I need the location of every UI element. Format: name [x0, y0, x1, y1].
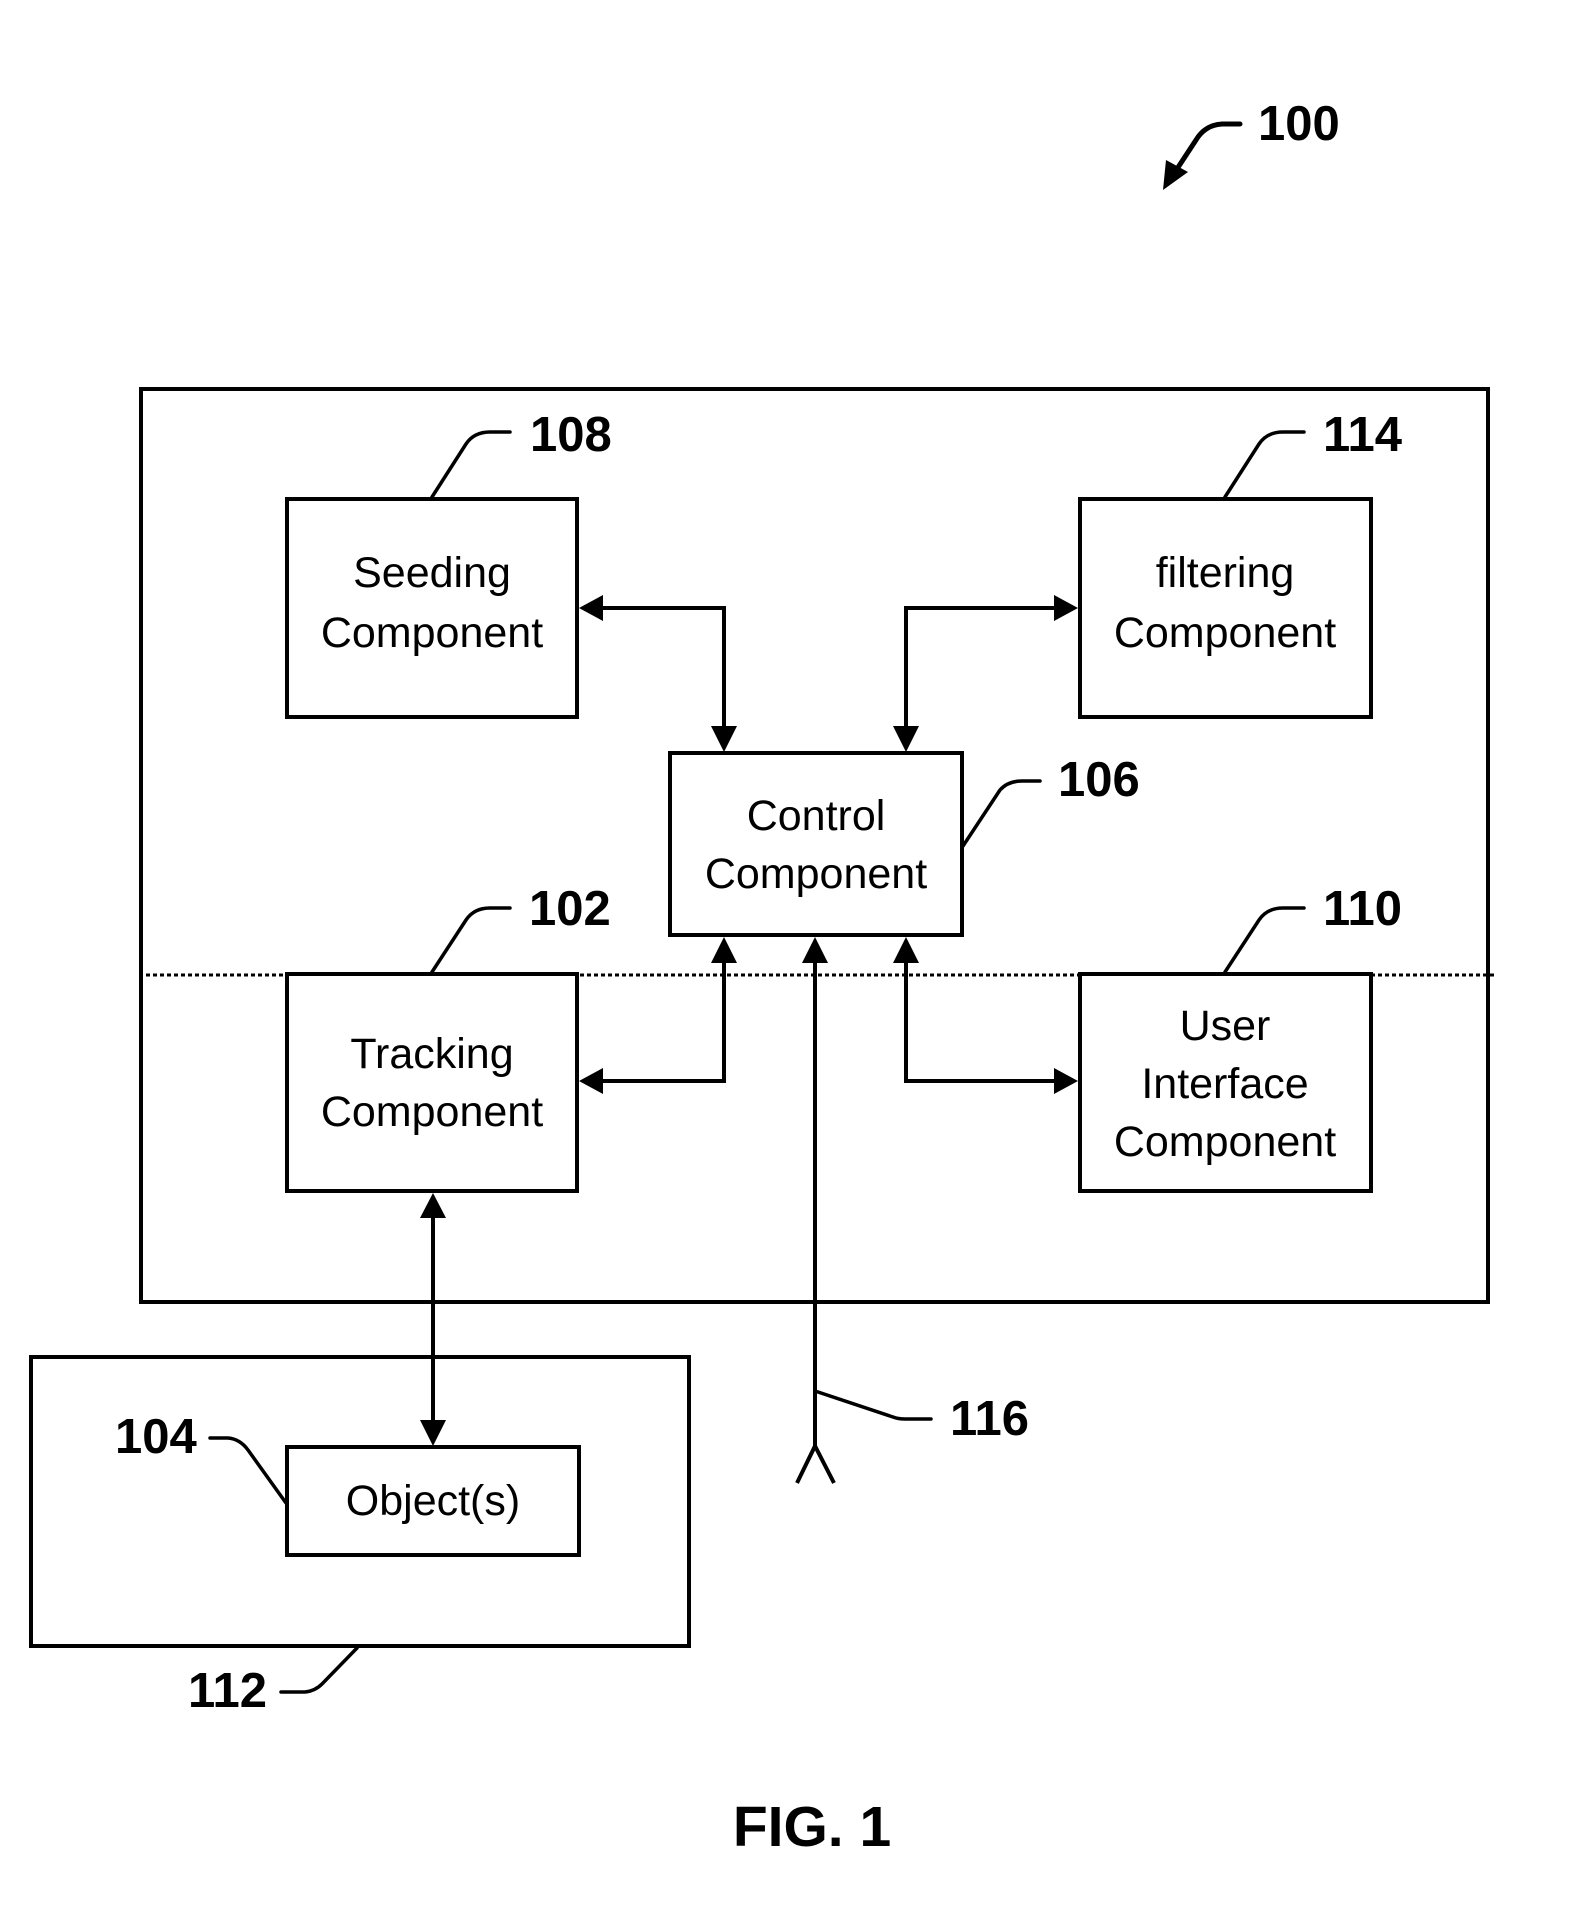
antenna-ref-leader — [813, 1389, 933, 1421]
figure-caption: FIG. 1 — [733, 1795, 891, 1859]
environment-ref-label: 112 — [188, 1664, 267, 1718]
connector-control-tracking — [579, 937, 737, 1094]
seeding-ref-leader — [430, 430, 512, 499]
connector-control-filtering — [893, 595, 1078, 752]
seeding-component-label-line2: Component — [321, 609, 543, 657]
seeding-component-label-line1: Seeding — [353, 549, 511, 597]
tracking-ref-leader — [430, 906, 512, 974]
arrowhead-to-tracking — [579, 1068, 603, 1094]
antenna-ref-label: 116 — [950, 1392, 1029, 1446]
antenna-input: 116 — [795, 937, 1029, 1484]
control-ref-label: 106 — [1058, 753, 1140, 807]
system-reference: 100 — [1163, 97, 1340, 190]
tracking-component-label-line1: Tracking — [350, 1030, 513, 1078]
system-diagram: 100 Seeding Component 108 filtering Comp… — [29, 97, 1497, 1859]
control-component-label-line2: Component — [705, 850, 927, 898]
arrowhead-to-control-from-tracking — [711, 937, 737, 963]
arrowhead-to-control-from-seeding — [711, 726, 737, 752]
control-component: Control Component 106 — [668, 751, 1140, 937]
arrowhead-to-seeding — [579, 595, 603, 621]
filtering-component: filtering Component 114 — [1078, 408, 1402, 719]
seeding-component: Seeding Component 108 — [285, 408, 612, 719]
arrowhead-to-control-from-user-interface — [893, 937, 919, 963]
control-component-box — [668, 751, 964, 937]
control-ref-leader — [961, 779, 1042, 848]
user-interface-component-label-line2: Interface — [1141, 1060, 1308, 1108]
system-ref-leader — [1172, 121, 1243, 175]
environment-ref-leader — [279, 1646, 359, 1694]
system-ref-label: 100 — [1258, 97, 1340, 151]
connector-control-user-interface-line — [904, 960, 1056, 1083]
connector-control-filtering-line — [904, 606, 1056, 728]
user-interface-ref-label: 110 — [1323, 882, 1402, 936]
connector-control-seeding-line — [600, 606, 726, 728]
user-interface-component: User Interface Component 110 — [1078, 882, 1402, 1193]
objects-component-label: Object(s) — [346, 1477, 520, 1525]
objects-ref-leader — [208, 1436, 288, 1505]
tracking-component-box — [285, 972, 579, 1193]
arrowhead-to-filtering — [1054, 595, 1078, 621]
tracking-ref-label: 102 — [529, 882, 611, 936]
filtering-ref-label: 114 — [1323, 408, 1402, 462]
arrowhead-to-tracking-from-objects — [420, 1193, 446, 1218]
filtering-component-label-line1: filtering — [1156, 549, 1295, 597]
tracking-component-label-line2: Component — [321, 1088, 543, 1136]
filtering-component-box — [1078, 497, 1373, 719]
user-interface-component-label-line3: Component — [1114, 1118, 1336, 1166]
control-component-label-line1: Control — [747, 792, 886, 840]
connector-control-tracking-line — [600, 960, 726, 1083]
objects-ref-label: 104 — [115, 1410, 197, 1464]
user-interface-component-label-line1: User — [1180, 1002, 1271, 1050]
arrowhead-to-control-from-filtering — [893, 726, 919, 752]
arrowhead-to-user-interface — [1054, 1068, 1078, 1094]
objects-component: Object(s) 104 — [115, 1410, 581, 1557]
connector-control-seeding — [579, 595, 737, 752]
system-ref-arrowhead — [1163, 160, 1188, 190]
connector-tracking-objects — [420, 1193, 446, 1446]
connector-control-user-interface — [893, 937, 1078, 1094]
antenna-icon — [795, 1441, 836, 1484]
filtering-ref-leader — [1223, 430, 1306, 499]
tracking-component: Tracking Component 102 — [285, 882, 611, 1193]
user-interface-ref-leader — [1223, 906, 1306, 974]
arrowhead-to-control-from-antenna — [802, 937, 828, 963]
arrowhead-to-objects — [420, 1420, 446, 1446]
filtering-component-label-line2: Component — [1114, 609, 1336, 657]
seeding-ref-label: 108 — [530, 408, 612, 462]
seeding-component-box — [285, 497, 579, 719]
